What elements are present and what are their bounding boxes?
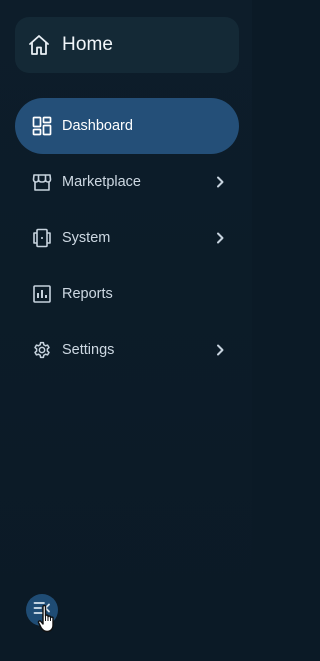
collapse-menu-icon bbox=[33, 600, 51, 621]
chevron-right-icon bbox=[214, 232, 226, 244]
bar-chart-icon bbox=[32, 284, 52, 304]
sidebar-nav: Dashboard Marketplace System Reports Set… bbox=[0, 98, 252, 378]
chevron-right-icon bbox=[214, 344, 226, 356]
sidebar-item-label: Dashboard bbox=[62, 118, 133, 134]
sidebar-item-reports[interactable]: Reports bbox=[0, 266, 252, 322]
home-button[interactable]: Home bbox=[15, 17, 239, 73]
home-icon bbox=[27, 33, 51, 57]
dashboard-icon bbox=[32, 116, 52, 136]
collapse-sidebar-button[interactable] bbox=[26, 594, 58, 626]
sidebar-item-label: System bbox=[62, 230, 111, 246]
sidebar-item-settings[interactable]: Settings bbox=[0, 322, 252, 378]
store-icon bbox=[32, 172, 52, 192]
sidebar: Home Dashboard Marketplace System Report… bbox=[0, 0, 252, 661]
devices-icon bbox=[32, 228, 52, 248]
sidebar-item-dashboard[interactable]: Dashboard bbox=[0, 98, 252, 154]
sidebar-item-system[interactable]: System bbox=[0, 210, 252, 266]
sidebar-item-label: Reports bbox=[62, 286, 113, 302]
gear-icon bbox=[32, 340, 52, 360]
sidebar-item-marketplace[interactable]: Marketplace bbox=[0, 154, 252, 210]
chevron-right-icon bbox=[214, 176, 226, 188]
sidebar-item-label: Settings bbox=[62, 342, 115, 358]
home-label: Home bbox=[62, 34, 114, 55]
sidebar-item-label: Marketplace bbox=[62, 174, 141, 190]
